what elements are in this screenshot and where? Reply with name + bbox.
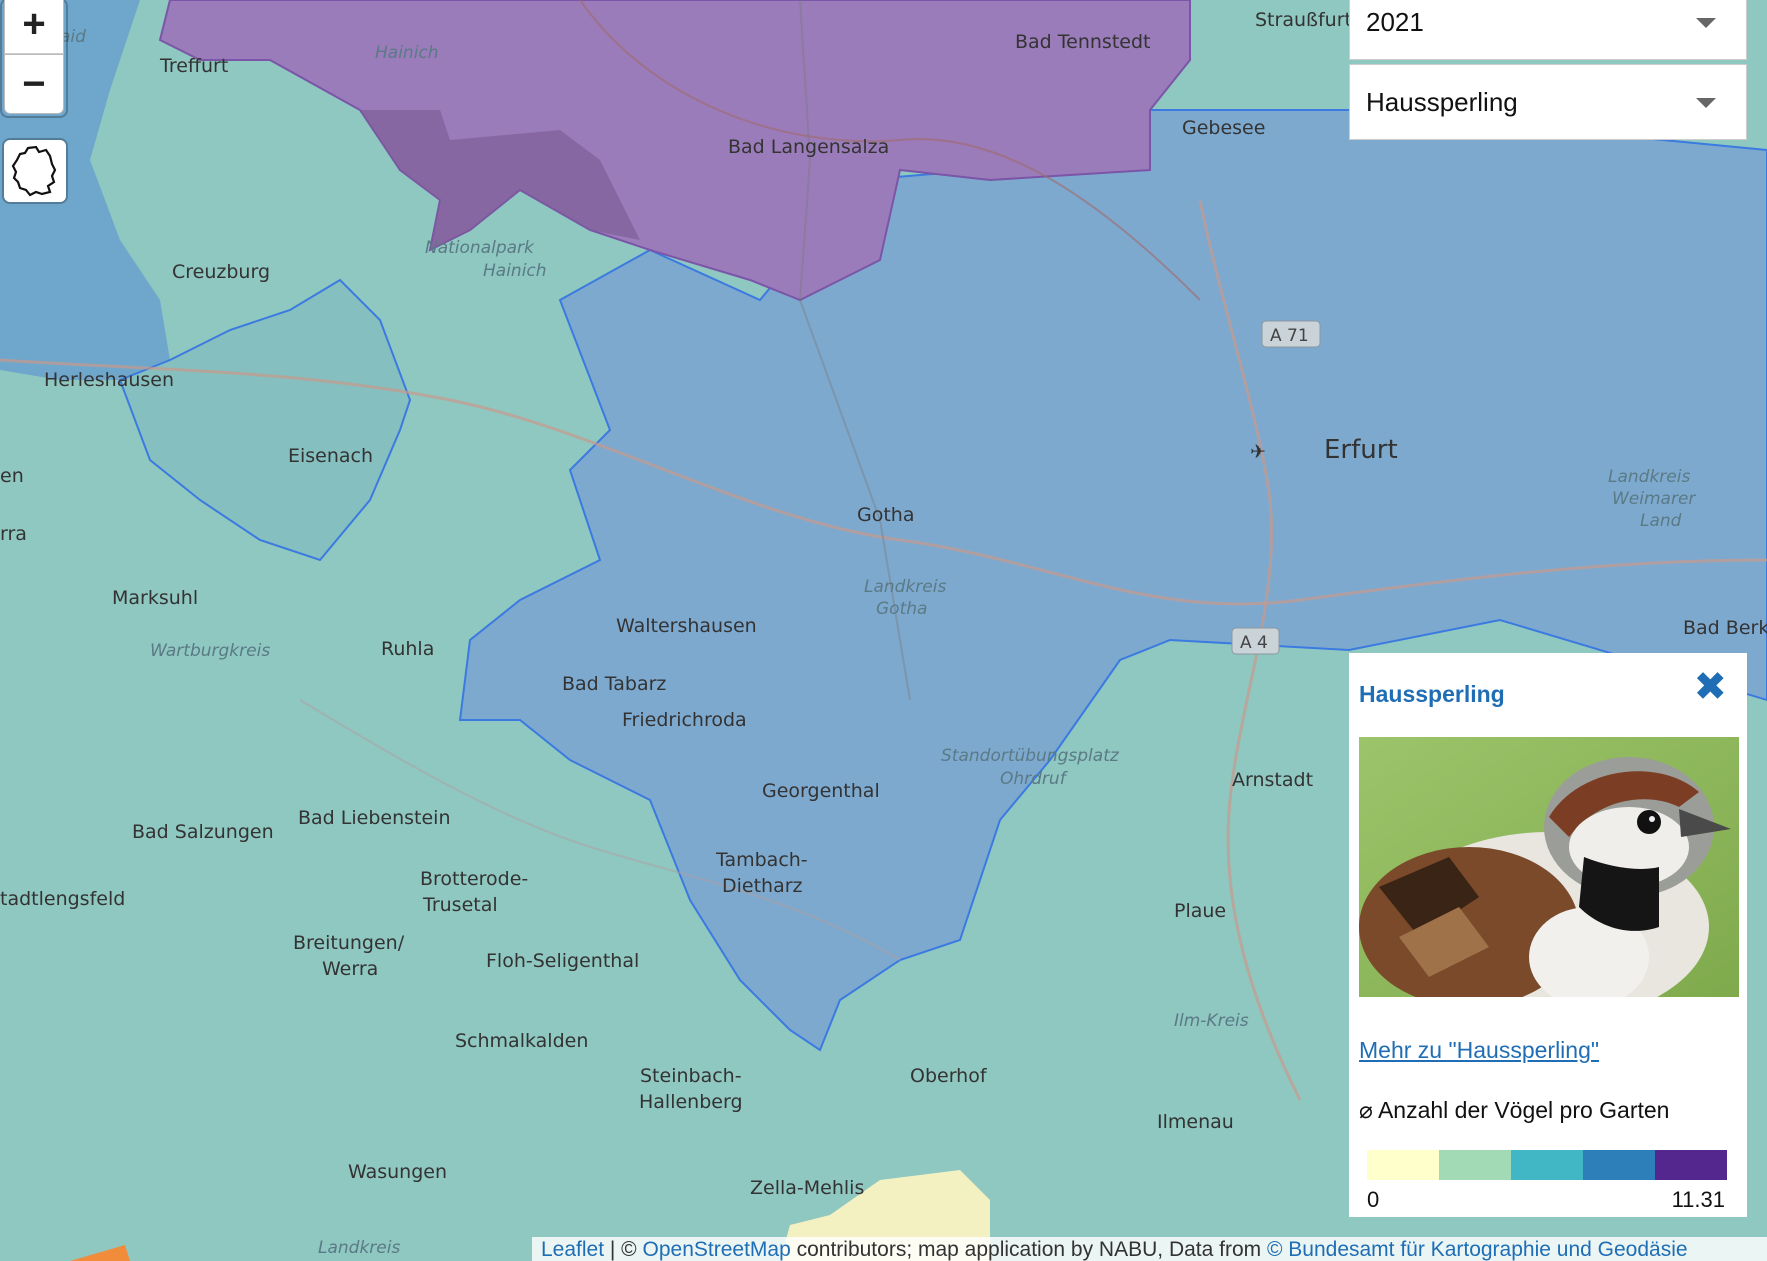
year-select-value: 2021 — [1366, 6, 1424, 37]
place-label: Weimarer — [1612, 489, 1696, 509]
place-label: Gotha — [876, 599, 927, 619]
germany-outline-icon — [11, 145, 57, 197]
zoom-out-button[interactable]: − — [4, 54, 64, 114]
legend-color-scale — [1367, 1150, 1727, 1180]
place-label: Creuzburg — [172, 261, 270, 283]
place-label: Gebesee — [1182, 117, 1265, 139]
place-label: Landkreis — [1608, 467, 1690, 487]
place-label: Ruhla — [381, 638, 434, 660]
place-label: Waltershausen — [616, 615, 757, 637]
place-label: Hainich — [483, 261, 547, 281]
place-label: Bad Liebenstein — [298, 807, 450, 829]
place-label: Friedrichroda — [622, 709, 747, 731]
place-label: Nationalpark — [425, 238, 535, 258]
place-label: Schmalkalden — [455, 1030, 588, 1052]
place-label: Breitungen/ — [293, 932, 405, 954]
legend-swatch — [1655, 1150, 1727, 1180]
chevron-down-icon — [1696, 98, 1716, 108]
place-label: Bad Salzungen — [132, 821, 274, 843]
place-label: Straußfurt — [1255, 9, 1352, 31]
place-label: Landkreis — [318, 1238, 400, 1258]
legend-swatch — [1583, 1150, 1655, 1180]
place-label: Bad Langensalza — [728, 136, 889, 158]
chevron-down-icon — [1696, 18, 1716, 28]
legend-min-value: 0 — [1367, 1187, 1380, 1212]
place-label: Tambach- — [715, 849, 808, 871]
place-label: Ilmenau — [1157, 1111, 1234, 1133]
place-label: Herleshausen — [44, 369, 174, 391]
place-label: rra — [0, 523, 27, 545]
place-label: Oberhof — [910, 1065, 988, 1087]
osm-link[interactable]: OpenStreetMap — [643, 1238, 791, 1261]
place-label: Plaue — [1174, 900, 1226, 922]
year-select[interactable]: 2021 — [1349, 0, 1747, 60]
info-panel-title: Haussperling — [1359, 681, 1505, 707]
place-label: Landkreis — [864, 577, 946, 597]
place-label: Steinbach- — [640, 1065, 742, 1087]
leaflet-link[interactable]: Leaflet — [541, 1238, 604, 1261]
species-select-value: Haussperling — [1366, 86, 1518, 117]
legend-title: ⌀ Anzahl der Vögel pro Garten — [1359, 1097, 1670, 1123]
close-icon[interactable]: ✖ — [1693, 667, 1727, 707]
place-label: Gotha — [857, 504, 914, 526]
place-label: Bad Tabarz — [562, 673, 666, 695]
place-label: Eisenach — [288, 445, 373, 467]
place-label: Floh-Seligenthal — [486, 950, 639, 972]
place-label: Standortübungsplatz — [941, 746, 1120, 766]
place-label: Dietharz — [722, 875, 803, 897]
place-label: Bad Berk — [1683, 617, 1767, 639]
house-sparrow-photo — [1359, 737, 1739, 997]
germany-view-button[interactable] — [4, 140, 66, 202]
place-label: Bad Tennstedt — [1015, 31, 1150, 53]
place-label: Georgenthal — [762, 780, 880, 802]
place-label: Hainich — [375, 43, 439, 63]
place-label: Marksuhl — [112, 587, 198, 609]
place-label: en — [0, 465, 24, 487]
more-info-link[interactable]: Mehr zu "Haussperling" — [1359, 1037, 1599, 1064]
place-label: Ohrdruf — [1000, 769, 1069, 789]
place-label: Hallenberg — [639, 1091, 743, 1113]
species-select[interactable]: Haussperling — [1349, 64, 1747, 140]
place-label: Wasungen — [348, 1161, 447, 1183]
place-label: Werra — [322, 958, 378, 980]
place-label: Ilm-Kreis — [1174, 1011, 1249, 1031]
place-label: A 71 — [1270, 326, 1309, 346]
place-label: Erfurt — [1324, 435, 1398, 465]
place-label: Wartburgkreis — [150, 641, 270, 661]
place-label: Trusetal — [422, 894, 498, 916]
legend-swatch — [1439, 1150, 1511, 1180]
map-attribution: Leaflet | © OpenStreetMap contributors; … — [532, 1237, 1767, 1261]
zoom-in-button[interactable]: + — [4, 0, 64, 54]
place-label: Land — [1640, 511, 1682, 531]
place-label: Arnstadt — [1232, 769, 1313, 791]
legend-swatch — [1367, 1150, 1439, 1180]
place-label: Treffurt — [159, 55, 228, 77]
place-label: A 4 — [1240, 633, 1268, 653]
species-info-panel: Haussperling ✖ Mehr zu "Haussperling" ⌀ … — [1349, 653, 1747, 1217]
bkg-link[interactable]: © Bundesamt für Kartographie und Geodäsi… — [1267, 1238, 1688, 1261]
attribution-text: contributors; map application by NABU, D… — [790, 1238, 1267, 1261]
attribution-separator: | © — [604, 1238, 643, 1261]
place-label: Zella-Mehlis — [750, 1177, 864, 1199]
legend-swatch — [1511, 1150, 1583, 1180]
place-label: tadtlengsfeld — [0, 888, 125, 910]
place-label: Brotterode- — [420, 868, 528, 890]
svg-text:✈: ✈ — [1250, 441, 1266, 463]
legend-max-value: 11.31 — [1671, 1187, 1725, 1212]
